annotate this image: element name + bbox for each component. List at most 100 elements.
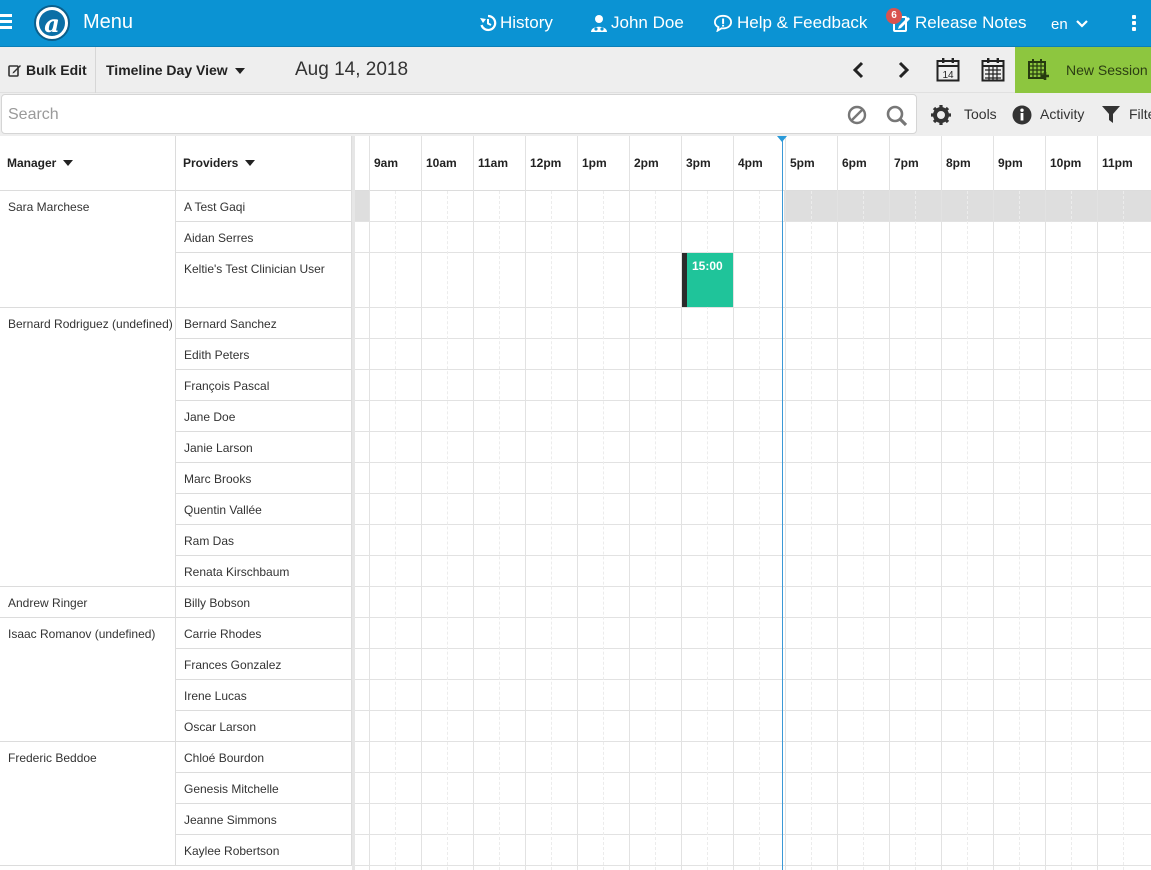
manager-name: Isaac Romanov (undefined) (8, 627, 156, 641)
half-hour-gridline (655, 191, 656, 870)
timeline-row[interactable] (352, 711, 1151, 742)
timeline-row[interactable] (352, 253, 1151, 308)
manager-group[interactable]: Frederic Beddoe (0, 742, 176, 866)
manager-group[interactable]: Bernard Rodriguez (undefined) (0, 308, 176, 587)
timeline-row[interactable] (352, 432, 1151, 463)
provider-name: Janie Larson (184, 441, 253, 455)
provider-row[interactable]: Quentin Vallée (176, 494, 352, 525)
schedule-grid: Manager Providers Sara Marchese Bernard R… (0, 136, 1151, 870)
provider-name: Marc Brooks (184, 472, 252, 486)
timeline-row[interactable] (352, 587, 1151, 618)
chevron-right-icon[interactable] (895, 61, 911, 79)
view-selector[interactable]: Timeline Day View (106, 62, 245, 78)
timeline-row[interactable] (352, 494, 1151, 525)
half-hour-gridline (915, 191, 916, 870)
timeline-row[interactable] (352, 191, 1151, 222)
user-menu-button[interactable]: John Doe (611, 13, 684, 33)
hour-label: 5pm (790, 156, 815, 170)
menu-button[interactable]: Menu (83, 12, 133, 32)
provider-row[interactable]: Janie Larson (176, 432, 352, 463)
hour-gridline (1097, 136, 1098, 870)
manager-name: Bernard Rodriguez (undefined) (8, 317, 173, 331)
provider-row[interactable]: Ram Das (176, 525, 352, 556)
provider-row[interactable]: Irene Lucas (176, 680, 352, 711)
new-session-button[interactable]: New Session (1015, 47, 1151, 93)
timeline-row[interactable] (352, 556, 1151, 587)
timeline-row[interactable] (352, 804, 1151, 835)
timeline-row[interactable] (352, 680, 1151, 711)
gear-icon[interactable] (931, 105, 951, 125)
provider-name: Irene Lucas (184, 689, 247, 703)
provider-name: François Pascal (184, 379, 270, 393)
provider-row[interactable]: Billy Bobson (176, 587, 352, 618)
timeline-row[interactable] (352, 742, 1151, 773)
edit-icon[interactable] (8, 63, 22, 77)
today-calendar-icon[interactable]: 14 (936, 57, 960, 82)
manager-group[interactable]: Isaac Romanov (undefined) (0, 618, 176, 742)
more-options-icon[interactable] (1132, 15, 1138, 33)
timeline-row[interactable] (352, 222, 1151, 253)
timeline-row[interactable] (352, 370, 1151, 401)
half-hour-gridline (551, 191, 552, 870)
language-selector[interactable]: en (1051, 15, 1068, 35)
timeline-row[interactable] (352, 308, 1151, 339)
half-hour-gridline (863, 191, 864, 870)
chevron-down-icon[interactable] (1075, 18, 1089, 30)
provider-row[interactable]: Aidan Serres (176, 222, 352, 253)
help-feedback-icon[interactable] (714, 14, 732, 32)
timeline-row[interactable] (352, 525, 1151, 556)
half-hour-gridline (1123, 191, 1124, 870)
clear-search-icon[interactable] (847, 105, 867, 125)
manager-group[interactable]: Sara Marchese (0, 191, 176, 308)
manager-column-header[interactable]: Manager (0, 136, 176, 191)
provider-row[interactable]: Oscar Larson (176, 711, 352, 742)
release-notes-button[interactable]: Release Notes (915, 13, 1027, 33)
info-icon[interactable] (1012, 105, 1032, 125)
timeline-row[interactable] (352, 618, 1151, 649)
history-icon[interactable] (479, 14, 497, 32)
timeline-row[interactable] (352, 773, 1151, 804)
search-icon[interactable] (886, 105, 908, 127)
session-time: 15:00 (692, 259, 723, 273)
provider-name: Edith Peters (184, 348, 250, 362)
activity-button[interactable]: Activity (1040, 106, 1084, 122)
provider-row[interactable]: François Pascal (176, 370, 352, 401)
filter-icon[interactable] (1102, 106, 1120, 124)
app-logo[interactable]: a (34, 5, 70, 41)
manager-group[interactable]: Andrew Ringer (0, 587, 176, 618)
hour-label: 10am (426, 156, 457, 170)
provider-row[interactable]: Bernard Sanchez (176, 308, 352, 339)
timeline-row[interactable] (352, 835, 1151, 866)
history-button[interactable]: History (500, 13, 553, 33)
new-session-label: New Session (1066, 62, 1148, 78)
tools-button[interactable]: Tools (964, 106, 997, 122)
provider-row[interactable]: Edith Peters (176, 339, 352, 370)
provider-row[interactable]: Kaylee Robertson (176, 835, 352, 866)
provider-row[interactable]: Genesis Mitchelle (176, 773, 352, 804)
provider-row[interactable]: Jeanne Simmons (176, 804, 352, 835)
provider-row[interactable]: Frances Gonzalez (176, 649, 352, 680)
providers-column-header[interactable]: Providers (176, 136, 352, 191)
timeline-row[interactable] (352, 463, 1151, 494)
session-block[interactable]: 15:00 (682, 253, 733, 307)
provider-row[interactable]: Carrie Rhodes (176, 618, 352, 649)
filter-button[interactable]: Filter (1129, 106, 1151, 122)
calendar-picker-icon[interactable] (981, 57, 1005, 82)
user-icon[interactable] (590, 14, 608, 32)
provider-row[interactable]: Keltie's Test Clinician User (176, 253, 352, 308)
provider-row[interactable]: Renata Kirschbaum (176, 556, 352, 587)
bulk-edit-button[interactable]: Bulk Edit (26, 62, 87, 78)
timeline-body[interactable] (352, 191, 1151, 870)
provider-row[interactable]: Chloé Bourdon (176, 742, 352, 773)
timeline-row[interactable] (352, 401, 1151, 432)
provider-row[interactable]: Marc Brooks (176, 463, 352, 494)
sort-caret-icon (63, 160, 74, 166)
search-input[interactable] (8, 103, 828, 127)
chevron-left-icon[interactable] (851, 61, 867, 79)
timeline-row[interactable] (352, 649, 1151, 680)
timeline-row[interactable] (352, 339, 1151, 370)
help-feedback-button[interactable]: Help & Feedback (737, 13, 867, 33)
hamburger-menu-icon[interactable] (0, 14, 14, 32)
provider-row[interactable]: A Test Gaqi (176, 191, 352, 222)
provider-row[interactable]: Jane Doe (176, 401, 352, 432)
